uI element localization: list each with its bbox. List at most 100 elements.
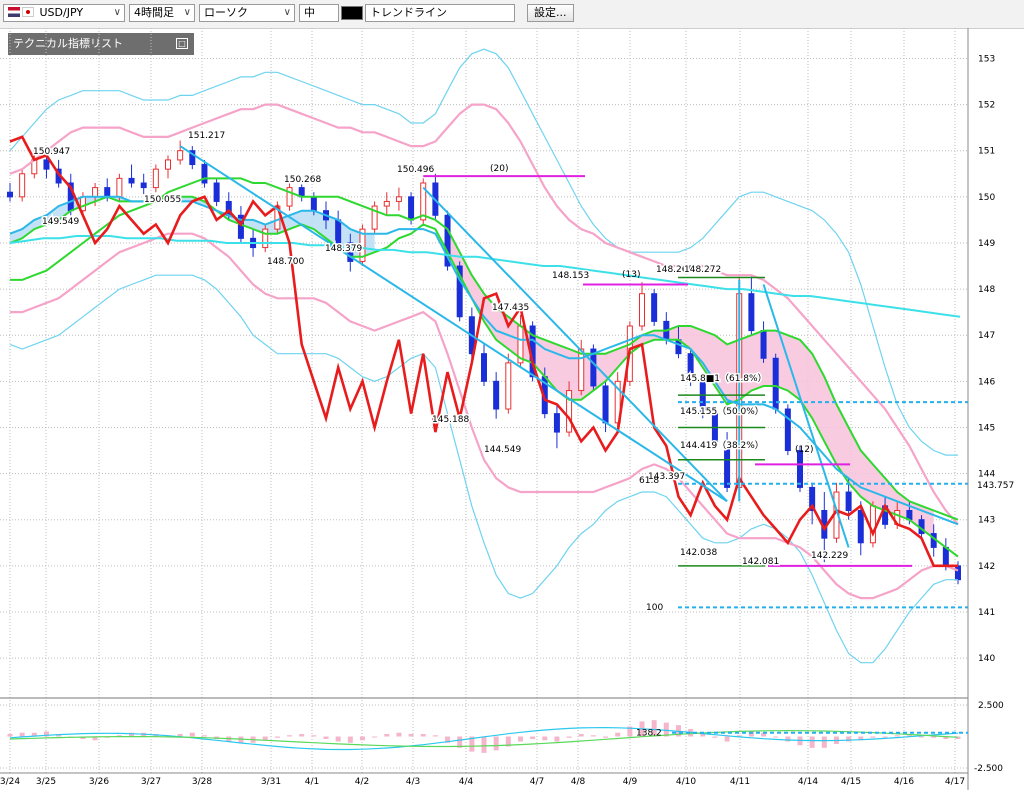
macd-histogram-bar bbox=[299, 733, 305, 737]
fib-side-label: 61.8 bbox=[639, 476, 659, 486]
candle-body bbox=[262, 228, 269, 249]
macd-histogram-bar bbox=[432, 735, 438, 737]
candle-body bbox=[784, 408, 791, 452]
candle-body bbox=[797, 450, 803, 488]
price-tick-label: 147 bbox=[978, 331, 995, 341]
price-annotation-label: 148.700 bbox=[267, 257, 304, 267]
color-swatch[interactable] bbox=[341, 6, 363, 20]
date-tick-label: 3/26 bbox=[89, 777, 109, 787]
macd-histogram-bar bbox=[274, 736, 280, 738]
macd-histogram-bar bbox=[493, 736, 499, 751]
macd-histogram-bar bbox=[530, 736, 536, 740]
price-tick-label: 151 bbox=[978, 147, 995, 157]
candle-body bbox=[578, 348, 585, 392]
line-width-select[interactable]: 中 bbox=[299, 4, 339, 22]
candle-body bbox=[857, 509, 864, 544]
macd-tick-label: -2.500 bbox=[974, 764, 1003, 774]
macd-histogram-bar bbox=[773, 736, 779, 738]
macd-histogram-bar bbox=[359, 736, 365, 741]
candle-body bbox=[481, 353, 487, 382]
macd-histogram-bar bbox=[882, 736, 888, 738]
fib-level-label: 145.8■1（61.8%） bbox=[680, 373, 767, 384]
macd-histogram-bar bbox=[894, 735, 900, 737]
date-tick-label: 4/11 bbox=[730, 777, 750, 787]
macd-histogram-bar bbox=[201, 735, 207, 737]
line-width-label: 中 bbox=[304, 6, 315, 19]
price-chart[interactable]: 150.947 149.549 150.055 151.217 150.268 148.7… bbox=[0, 28, 1024, 790]
fib-level-label: 144.419（38.2%） bbox=[680, 440, 764, 451]
price-annotation-label: 144.549 bbox=[484, 445, 521, 455]
candle-body bbox=[639, 293, 645, 327]
macd-level-label: 138.2 bbox=[636, 729, 662, 739]
count-label: (13) bbox=[622, 270, 640, 280]
count-label: (12) bbox=[795, 445, 813, 455]
candle-body bbox=[383, 200, 390, 207]
macd-histogram-bar bbox=[384, 733, 390, 737]
price-annotation-label: 148.153 bbox=[552, 271, 589, 281]
candle-body bbox=[408, 196, 415, 221]
candle-body bbox=[152, 168, 159, 189]
candle-body bbox=[760, 330, 767, 359]
timeframe-label: 4時間足 bbox=[134, 6, 174, 19]
price-annotation-label: 142.081 bbox=[742, 557, 779, 567]
candle-body bbox=[335, 219, 342, 244]
price-annotation-label: 145.188 bbox=[432, 415, 469, 425]
candle-body bbox=[177, 150, 184, 161]
macd-histogram-bar bbox=[870, 736, 876, 738]
macd-histogram-bar bbox=[554, 736, 560, 742]
macd-histogram-bar bbox=[481, 736, 487, 753]
price-axis: 1531521511501491481471461451441431421411… bbox=[967, 28, 1021, 790]
date-tick-label: 4/1 bbox=[305, 777, 319, 787]
date-tick-label: 3/28 bbox=[192, 777, 212, 787]
macd-histogram-bar bbox=[603, 736, 609, 738]
candle-body bbox=[128, 177, 135, 184]
candle-body bbox=[493, 380, 500, 410]
price-tick-label: 145 bbox=[978, 423, 995, 433]
chevron-down-icon: ∨ bbox=[113, 7, 121, 18]
date-tick-label: 3/27 bbox=[141, 777, 161, 787]
us-flag-icon bbox=[8, 7, 20, 17]
macd-histogram-bar bbox=[323, 736, 329, 740]
macd-histogram-bar bbox=[19, 732, 25, 737]
fib-side-label: 100 bbox=[646, 603, 663, 613]
macd-histogram-bar bbox=[372, 736, 378, 738]
settings-button[interactable]: 設定... bbox=[527, 4, 574, 22]
price-tick-label: 141 bbox=[978, 608, 995, 618]
trendline-2 bbox=[422, 186, 728, 502]
candle-body bbox=[116, 177, 123, 198]
date-tick-label: 4/3 bbox=[406, 777, 420, 787]
drawing-tool-field[interactable]: トレンドライン bbox=[365, 4, 515, 22]
date-tick-label: 4/10 bbox=[676, 777, 696, 787]
chart-type-select[interactable]: ローソク ∨ bbox=[199, 4, 295, 22]
date-tick-label: 4/2 bbox=[355, 777, 369, 787]
candle-body bbox=[845, 491, 852, 511]
jp-flag-icon bbox=[22, 7, 34, 17]
date-tick-label: 4/8 bbox=[571, 777, 586, 787]
price-annotation-label: 142.229 bbox=[811, 551, 848, 561]
candle-body bbox=[92, 187, 99, 198]
macd-histogram-bar bbox=[578, 733, 584, 737]
candle-body bbox=[165, 159, 171, 170]
macd-histogram-bar bbox=[287, 735, 293, 737]
macd-histogram-bar bbox=[724, 736, 730, 742]
candle-body bbox=[213, 182, 220, 202]
price-tick-label: 149 bbox=[978, 239, 995, 249]
macd-histogram-bar bbox=[7, 733, 13, 737]
macd-histogram-bar bbox=[712, 736, 718, 738]
currency-pair-select[interactable]: USD/JPY ∨ bbox=[3, 4, 125, 22]
drawing-tool-label: トレンドライン bbox=[370, 6, 447, 19]
price-annotation-label: 150.496 bbox=[397, 165, 434, 175]
candle-body bbox=[869, 505, 876, 544]
date-tick-label: 4/9 bbox=[623, 777, 638, 787]
bollinger-outer-lower-line bbox=[9, 274, 958, 664]
date-tick-label: 4/15 bbox=[841, 777, 861, 787]
macd-histogram-bar bbox=[821, 736, 827, 748]
price-annotation-label: 150.947 bbox=[33, 147, 70, 157]
candle-body bbox=[395, 196, 402, 202]
macd-histogram-bar bbox=[919, 736, 925, 738]
count-label: (20) bbox=[490, 164, 508, 174]
macd-histogram-bar bbox=[517, 736, 523, 742]
price-annotation-label: 147.435 bbox=[492, 303, 529, 313]
candle-body bbox=[43, 159, 50, 170]
timeframe-select[interactable]: 4時間足 ∨ bbox=[129, 4, 195, 22]
